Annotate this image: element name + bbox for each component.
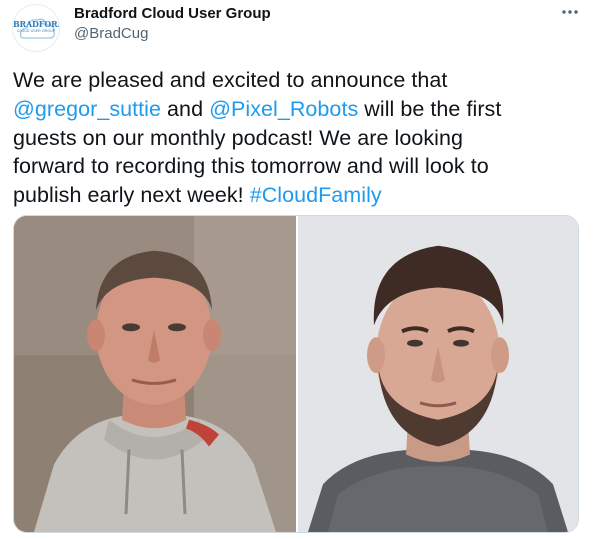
mention-link[interactable]: @gregor_suttie xyxy=(13,97,161,121)
tweet-text-segment: guests on our monthly podcast! We are lo… xyxy=(13,125,464,150)
tweet-text-segment: publish early next week! xyxy=(13,183,250,208)
hashtag-link[interactable]: #CloudFamily xyxy=(250,183,382,207)
avatar[interactable]: BRADFORD CLOUD USER GROUP xyxy=(12,4,60,52)
more-button[interactable] xyxy=(556,2,584,22)
portrait-photo-right xyxy=(298,216,578,532)
tweet-text-line: guests on our monthly podcast! We are lo… xyxy=(13,124,588,153)
media-grid xyxy=(13,215,579,533)
tweet-text: We are pleased and excited to announce t… xyxy=(13,66,588,210)
more-horizontal-icon xyxy=(562,10,578,14)
tweet-text-segment: and xyxy=(161,96,210,121)
photo-pixel-robots[interactable] xyxy=(298,216,578,532)
tweet-text-segment: will be the first xyxy=(358,96,502,121)
portrait-photo-left xyxy=(14,216,296,532)
tweet-text-line: We are pleased and excited to announce t… xyxy=(13,66,588,95)
tweet-text-line: forward to recording this tomorrow and w… xyxy=(13,152,588,181)
tweet-text-line: publish early next week! #CloudFamily xyxy=(13,181,588,210)
tweet-text-line: @gregor_suttie and @Pixel_Robots will be… xyxy=(13,95,588,124)
tweet: BRADFORD CLOUD USER GROUP Bradford Cloud… xyxy=(0,0,596,539)
avatar-logo-subtext: CLOUD USER GROUP xyxy=(16,29,56,33)
tweet-text-segment: We are pleased and excited to announce t… xyxy=(13,68,448,92)
photo-gregor[interactable] xyxy=(14,216,296,532)
mention-link[interactable]: @Pixel_Robots xyxy=(209,97,358,121)
display-name[interactable]: Bradford Cloud User Group xyxy=(74,5,271,22)
handle[interactable]: @BradCug xyxy=(74,25,148,42)
avatar-logo-text: BRADFORD xyxy=(13,19,60,29)
tweet-text-segment: forward to recording this tomorrow and w… xyxy=(13,154,489,179)
